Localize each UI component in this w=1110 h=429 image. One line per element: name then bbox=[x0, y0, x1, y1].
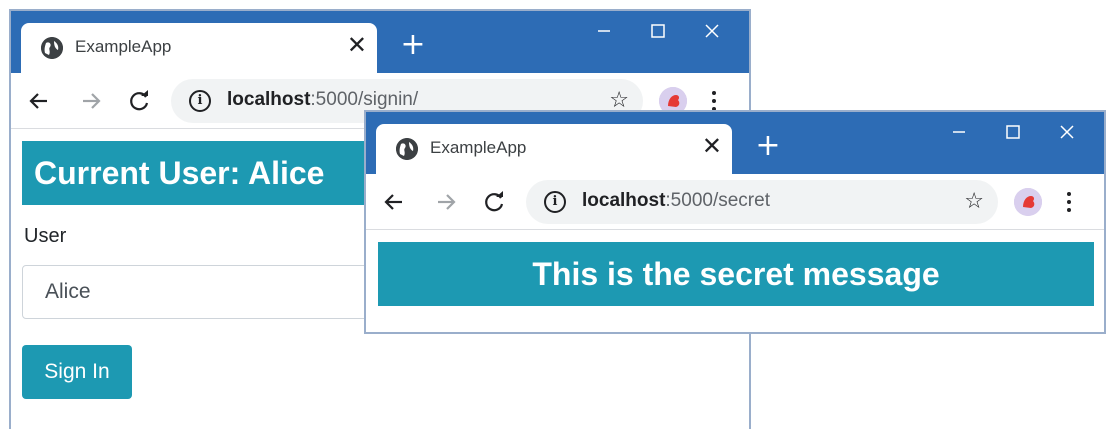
url-text[interactable]: localhost:5000/signin/ bbox=[227, 89, 418, 111]
sign-in-button[interactable]: Sign In bbox=[22, 345, 132, 399]
back-button[interactable] bbox=[380, 188, 408, 216]
minimize-button[interactable] bbox=[934, 118, 984, 148]
arrow-left-icon bbox=[384, 194, 402, 210]
close-window-button[interactable] bbox=[687, 17, 737, 47]
info-icon[interactable]: i bbox=[544, 191, 566, 213]
globe-icon bbox=[41, 37, 63, 59]
browser-tab[interactable]: ExampleApp ✕ bbox=[376, 124, 732, 176]
url-text[interactable]: localhost:5000/secret bbox=[582, 190, 770, 212]
close-icon bbox=[1060, 125, 1074, 139]
reload-icon bbox=[130, 90, 149, 111]
minimize-icon bbox=[598, 30, 610, 32]
star-icon[interactable]: ☆ bbox=[964, 190, 984, 214]
url-path: :5000/signin/ bbox=[310, 89, 419, 110]
tab-title: ExampleApp bbox=[75, 37, 172, 56]
title-bar: ExampleApp ✕ + bbox=[11, 11, 749, 75]
forward-button[interactable] bbox=[432, 188, 460, 216]
browser-toolbar: i localhost:5000/secret ☆ bbox=[366, 174, 1104, 230]
maximize-icon bbox=[651, 24, 665, 38]
user-label: User bbox=[24, 225, 67, 247]
tab-title: ExampleApp bbox=[430, 138, 527, 157]
secret-message-heading: This is the secret message bbox=[378, 242, 1094, 306]
arrow-right-icon bbox=[83, 93, 101, 109]
page-content: This is the secret message bbox=[366, 230, 1104, 332]
reload-button[interactable] bbox=[480, 188, 508, 216]
reload-icon bbox=[485, 191, 504, 212]
back-button[interactable] bbox=[25, 87, 53, 115]
reload-button[interactable] bbox=[125, 87, 153, 115]
maximize-button[interactable] bbox=[988, 118, 1038, 148]
url-host: localhost bbox=[227, 89, 311, 110]
user-select-value: Alice bbox=[45, 280, 91, 303]
profile-avatar[interactable] bbox=[1014, 188, 1042, 216]
new-tab-button[interactable]: + bbox=[399, 30, 427, 60]
close-icon bbox=[705, 24, 719, 38]
close-window-button[interactable] bbox=[1042, 118, 1092, 148]
address-bar[interactable]: i localhost:5000/secret ☆ bbox=[526, 180, 998, 224]
maximize-icon bbox=[1006, 125, 1020, 139]
title-bar: ExampleApp ✕ + bbox=[366, 112, 1104, 176]
new-tab-button[interactable]: + bbox=[754, 131, 782, 161]
tab-close-icon[interactable]: ✕ bbox=[347, 33, 367, 57]
arrow-left-icon bbox=[29, 93, 47, 109]
globe-icon bbox=[396, 138, 418, 160]
minimize-icon bbox=[953, 131, 965, 133]
tab-close-icon[interactable]: ✕ bbox=[702, 134, 722, 158]
more-vert-icon[interactable] bbox=[1064, 190, 1074, 214]
maximize-button[interactable] bbox=[633, 17, 683, 47]
browser-tab[interactable]: ExampleApp ✕ bbox=[21, 23, 377, 75]
browser-window-secret: ExampleApp ✕ + i localhost:5000/secret ☆… bbox=[364, 110, 1106, 334]
minimize-button[interactable] bbox=[579, 17, 629, 47]
forward-button[interactable] bbox=[77, 87, 105, 115]
info-icon[interactable]: i bbox=[189, 90, 211, 112]
arrow-right-icon bbox=[438, 194, 456, 210]
url-path: :5000/secret bbox=[665, 190, 770, 211]
url-host: localhost bbox=[582, 190, 666, 211]
